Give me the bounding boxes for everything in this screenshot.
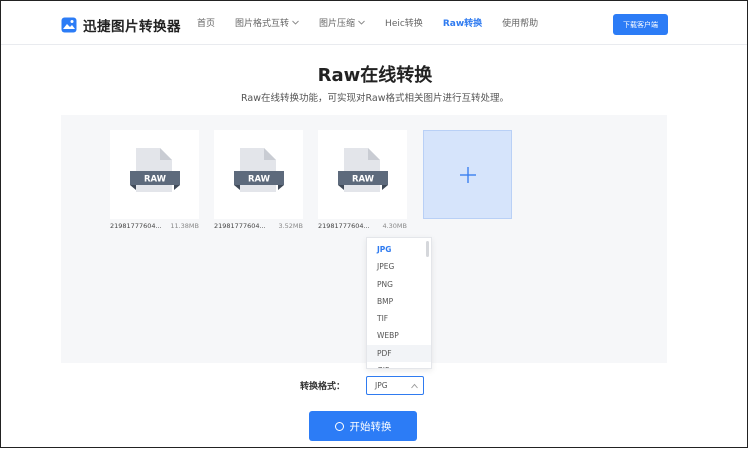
main-nav: 首页 图片格式互转 图片压缩 Heic转换 Raw转换 使用帮助	[197, 16, 558, 29]
dropdown-option[interactable]: JPG	[367, 241, 431, 258]
download-client-button[interactable]: 下载客户端	[613, 14, 668, 35]
dropdown-option[interactable]: TIF	[367, 310, 431, 327]
format-label: 转换格式：	[300, 382, 346, 392]
upload-area: RAW 21981777604... 11.38MB RAW 21981777604..…	[61, 115, 667, 363]
start-convert-label: 开始转换	[349, 420, 392, 433]
dropdown-option[interactable]: JPEG	[367, 258, 431, 275]
file-name: 21981777604...	[318, 222, 370, 230]
nav-item[interactable]: 图片压缩	[319, 16, 365, 29]
format-dropdown-menu: JPGJPEGPNGBMPTIFWEBPPDFGIF	[366, 237, 432, 369]
logo-text: 迅捷图片转换器	[83, 19, 181, 35]
raw-file-icon: RAW	[338, 148, 388, 192]
raw-file-icon: RAW	[234, 148, 284, 192]
chevron-down-icon	[292, 20, 299, 25]
raw-badge-text: RAW	[352, 175, 375, 185]
dropdown-option[interactable]: PNG	[367, 276, 431, 293]
image-logo-icon	[61, 17, 77, 33]
file-name: 21981777604...	[214, 222, 266, 230]
page-subtitle: Raw在线转换功能，可实现对Raw格式相关图片进行互转处理。	[241, 93, 509, 104]
nav-item[interactable]: Heic转换	[385, 16, 423, 29]
nav-item[interactable]: Raw转换	[443, 16, 482, 29]
page-title: Raw在线转换	[317, 65, 433, 86]
file-name: 21981777604...	[110, 222, 162, 230]
top-header: 迅捷图片转换器 首页 图片格式互转 图片压缩 Heic转换 Raw转换 使用帮助 下载客户…	[1, 1, 747, 45]
raw-file-icon: RAW	[130, 148, 180, 192]
file-card[interactable]: RAW	[110, 130, 199, 219]
nav-item-label: 使用帮助	[502, 19, 539, 29]
loading-ring-icon	[334, 421, 344, 431]
file-card[interactable]: RAW	[318, 130, 407, 219]
dropdown-option[interactable]: WEBP	[367, 327, 431, 344]
nav-item-label: 图片格式互转	[235, 19, 290, 29]
nav-item[interactable]: 首页	[197, 16, 215, 29]
dropdown-option[interactable]: GIF	[367, 362, 431, 368]
file-card[interactable]: RAW	[214, 130, 303, 219]
nav-item-label: Heic转换	[385, 19, 423, 29]
nav-item-label: 首页	[197, 19, 216, 29]
format-select-value: JPG	[375, 381, 388, 390]
dropdown-option[interactable]: PDF	[367, 344, 431, 363]
raw-badge-text: RAW	[248, 175, 271, 185]
dropdown-option[interactable]: BMP	[367, 293, 431, 310]
logo[interactable]: 迅捷图片转换器	[61, 15, 181, 35]
format-select[interactable]: JPG	[366, 376, 424, 395]
nav-item[interactable]: 图片格式互转	[235, 16, 299, 29]
file-size: 11.38MB	[170, 222, 199, 230]
nav-item-label: Raw转换	[442, 19, 483, 29]
nav-item[interactable]: 使用帮助	[502, 16, 538, 29]
dropdown-scrollbar[interactable]	[426, 241, 429, 257]
file-size: 4.30MB	[382, 222, 407, 230]
chevron-down-icon	[358, 20, 365, 25]
add-file-button[interactable]	[423, 130, 512, 219]
start-convert-button[interactable]: 开始转换	[309, 411, 417, 441]
raw-badge-text: RAW	[144, 175, 167, 185]
chevron-up-icon	[411, 383, 418, 389]
plus-icon	[459, 166, 476, 183]
nav-item-label: 图片压缩	[319, 19, 356, 29]
file-size: 3.52MB	[278, 222, 303, 230]
